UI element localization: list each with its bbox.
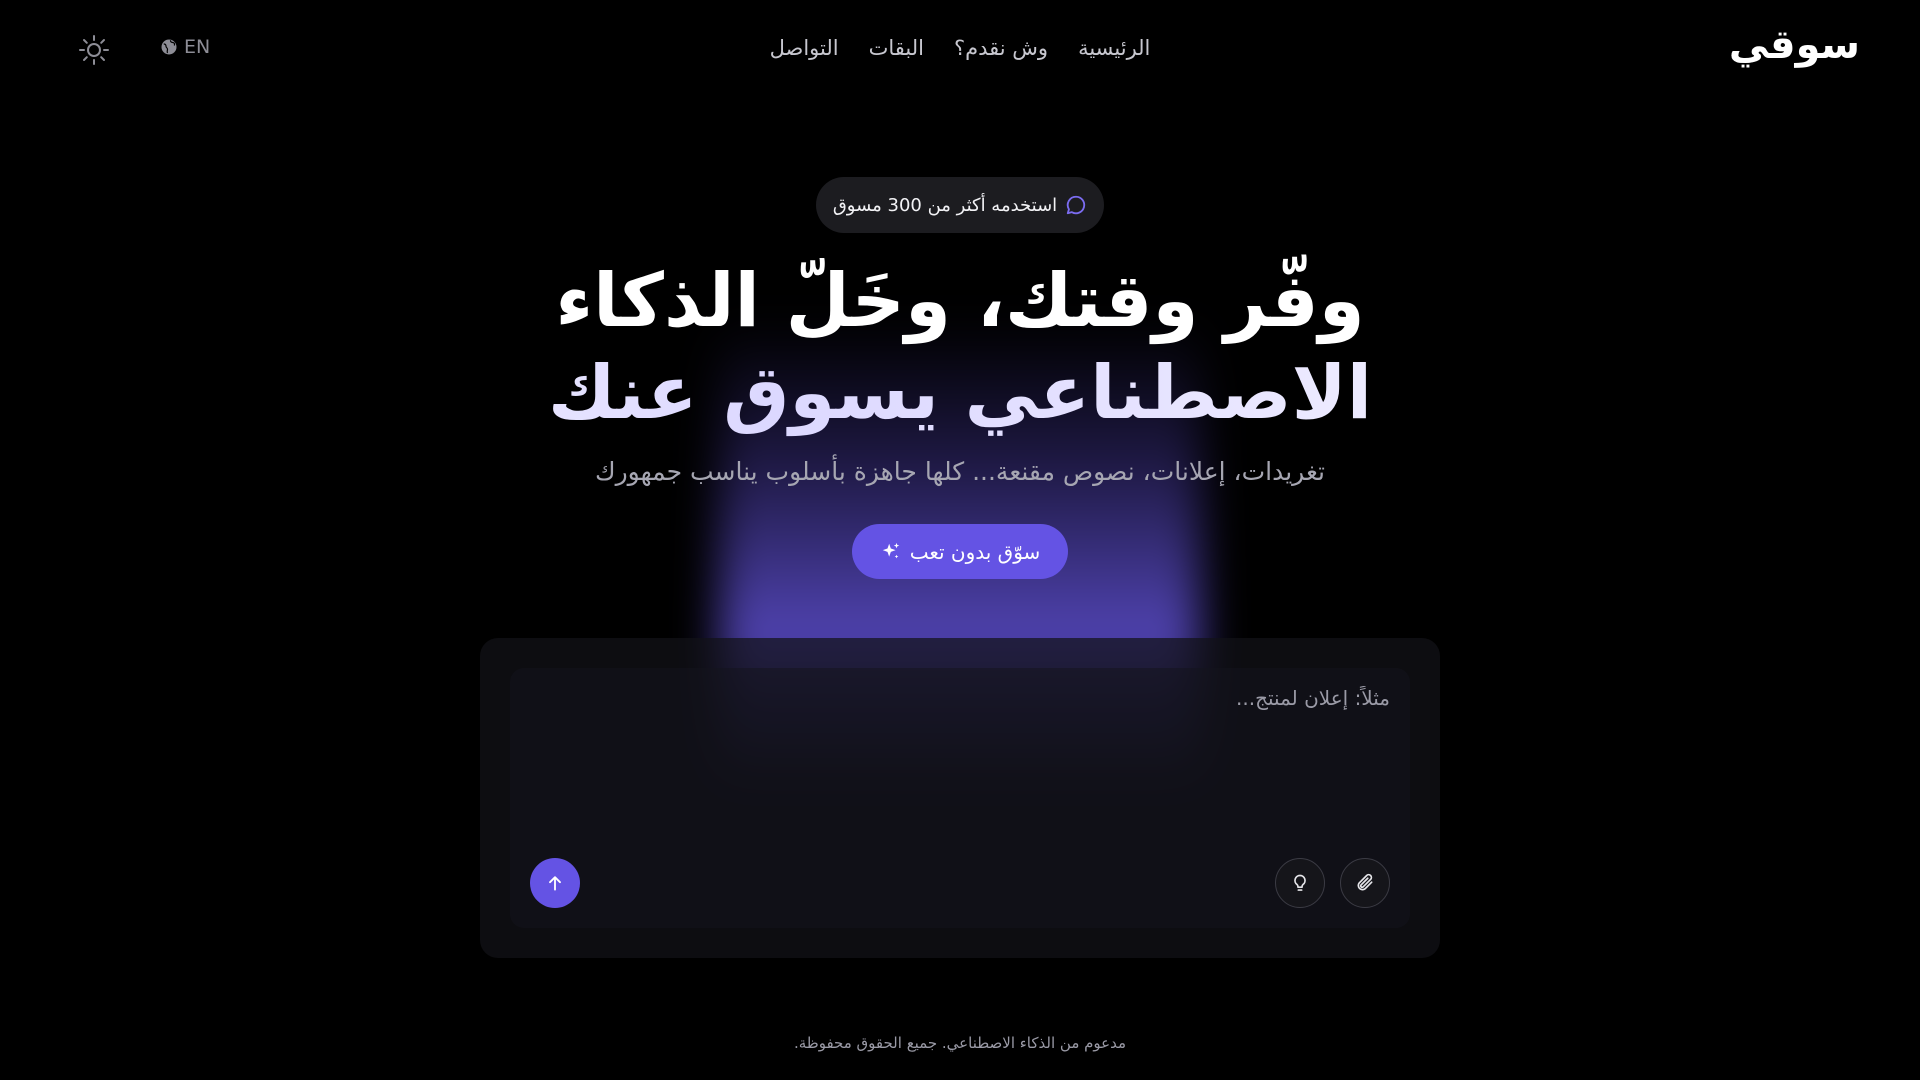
users-badge: استخدمه أكثر من 300 مسوق bbox=[816, 177, 1104, 233]
arrow-up-icon bbox=[549, 876, 561, 891]
nav-item-services[interactable]: وش نقدم؟ bbox=[954, 36, 1048, 60]
sparkles-icon bbox=[882, 542, 899, 558]
attach-button[interactable] bbox=[1340, 858, 1390, 908]
chat-bubble-icon bbox=[1067, 195, 1086, 215]
theme-toggle-button[interactable] bbox=[78, 34, 110, 66]
cta-label: سوّق بدون تعب bbox=[909, 539, 1041, 564]
users-badge-text: استخدمه أكثر من 300 مسوق bbox=[832, 194, 1058, 216]
globe-icon bbox=[161, 39, 177, 55]
nav-item-home[interactable]: الرئيسية bbox=[1078, 36, 1150, 60]
lightbulb-icon bbox=[1294, 874, 1306, 891]
prompt-input[interactable] bbox=[550, 686, 1390, 806]
start-marketing-button[interactable]: سوّق بدون تعب bbox=[852, 524, 1068, 579]
prompt-box bbox=[510, 668, 1410, 928]
hero-subheadline: تغريدات، إعلانات، نصوص مقنعة... كلها جاه… bbox=[595, 457, 1325, 486]
site-header: سوقي الرئيسية وش نقدم؟ البقات التواصل EN bbox=[0, 0, 1920, 100]
prompt-composer bbox=[480, 638, 1440, 958]
ideas-button[interactable] bbox=[1275, 858, 1325, 908]
send-button[interactable] bbox=[530, 858, 580, 908]
hero-headline: وفّر وقتك، وخَلّ الذكاء الاصطناعي يسوق ع… bbox=[0, 255, 1920, 439]
language-label: EN bbox=[184, 36, 211, 58]
nav-item-contact[interactable]: التواصل bbox=[770, 36, 839, 60]
main-nav: الرئيسية وش نقدم؟ البقات التواصل bbox=[0, 36, 1920, 60]
language-switch[interactable]: EN bbox=[160, 36, 210, 58]
sun-icon bbox=[79, 35, 109, 65]
headline-line-1: وفّر وقتك، وخَلّ الذكاء bbox=[555, 258, 1365, 344]
headline-line-2: الاصطناعي يسوق عنك bbox=[0, 347, 1920, 439]
paperclip-icon bbox=[1357, 873, 1373, 891]
footer-text: مدعوم من الذكاء الاصطناعي. جميع الحقوق م… bbox=[793, 1034, 1127, 1052]
nav-item-plans[interactable]: البقات bbox=[869, 36, 924, 60]
